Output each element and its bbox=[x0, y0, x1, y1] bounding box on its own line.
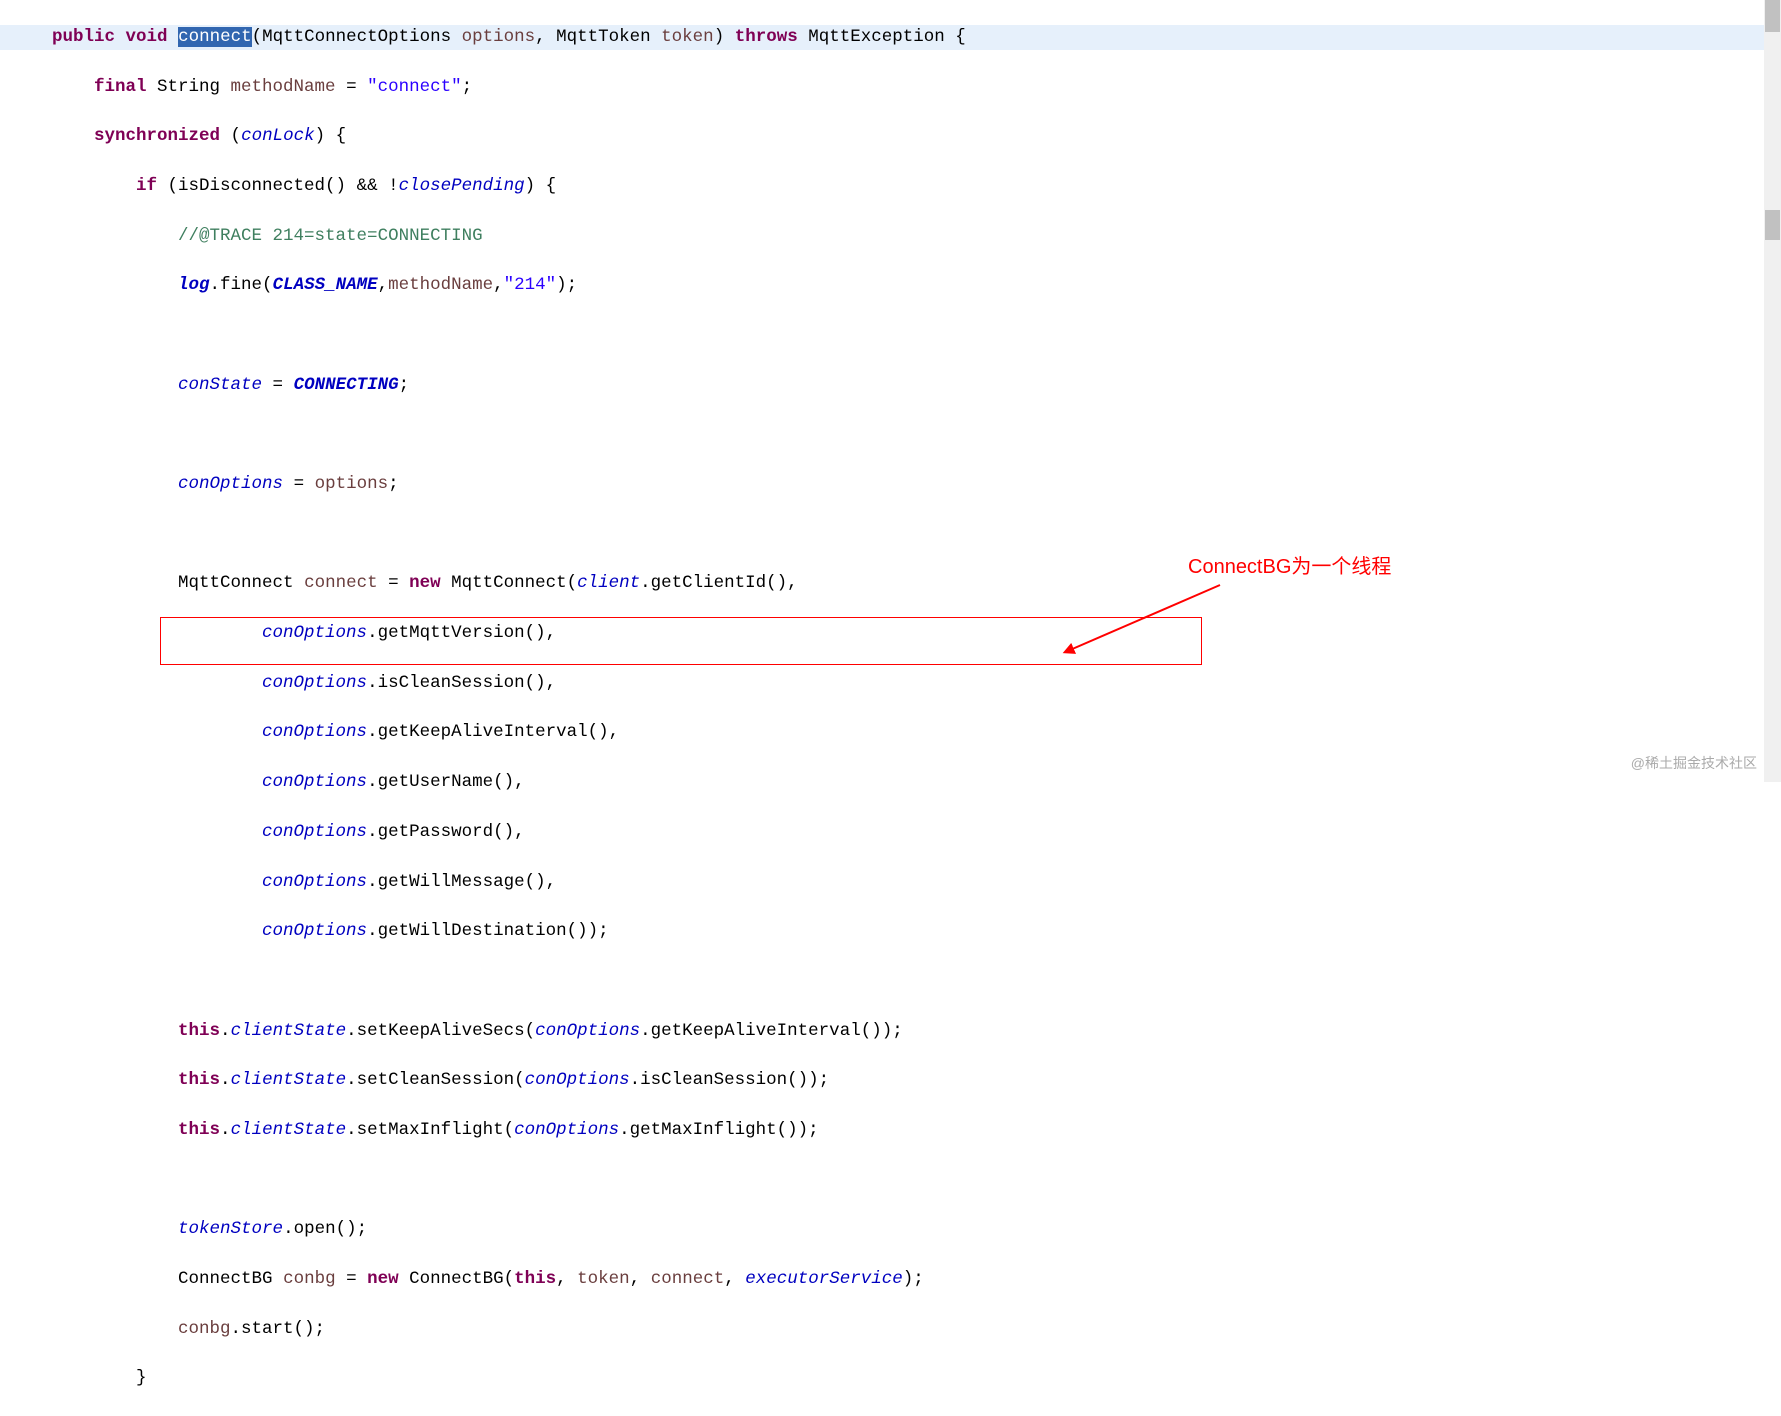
code-line: this.clientState.setKeepAliveSecs(conOpt… bbox=[0, 1019, 1781, 1044]
code-line: //@TRACE 214=state=CONNECTING bbox=[0, 224, 1781, 249]
code-line: this.clientState.setMaxInflight(conOptio… bbox=[0, 1118, 1781, 1143]
code-line: conOptions.getMqttVersion(), bbox=[0, 621, 1781, 646]
code-line: conOptions.getWillMessage(), bbox=[0, 870, 1781, 895]
code-line: this.clientState.setCleanSession(conOpti… bbox=[0, 1068, 1781, 1093]
code-line: conState = CONNECTING; bbox=[0, 373, 1781, 398]
watermark-text: @稀土掘金技术社区 bbox=[1631, 754, 1757, 774]
code-line: conOptions.getWillDestination()); bbox=[0, 919, 1781, 944]
code-line: public void connect(MqttConnectOptions o… bbox=[0, 25, 1781, 50]
code-line: tokenStore.open(); bbox=[0, 1217, 1781, 1242]
code-line: } bbox=[0, 1366, 1781, 1391]
code-line: if (isDisconnected() && !closePending) { bbox=[0, 174, 1781, 199]
code-line: final String methodName = "connect"; bbox=[0, 75, 1781, 100]
code-line: log.fine(CLASS_NAME,methodName,"214"); bbox=[0, 273, 1781, 298]
code-editor[interactable]: public void connect(MqttConnectOptions o… bbox=[0, 0, 1781, 1416]
selected-text: connect bbox=[178, 27, 252, 47]
code-line: conOptions.isCleanSession(), bbox=[0, 671, 1781, 696]
code-line: conOptions = options; bbox=[0, 472, 1781, 497]
code-line: ConnectBG conbg = new ConnectBG(this, to… bbox=[0, 1267, 1781, 1292]
code-line bbox=[0, 969, 1781, 994]
code-line bbox=[0, 323, 1781, 348]
code-line bbox=[0, 522, 1781, 547]
scrollbar-thumb[interactable] bbox=[1765, 0, 1780, 32]
code-line: MqttConnect connect = new MqttConnect(cl… bbox=[0, 571, 1781, 596]
code-line: conbg.start(); bbox=[0, 1317, 1781, 1342]
code-line: conOptions.getUserName(), bbox=[0, 770, 1781, 795]
code-line: conOptions.getPassword(), bbox=[0, 820, 1781, 845]
code-line: synchronized (conLock) { bbox=[0, 124, 1781, 149]
code-line bbox=[0, 422, 1781, 447]
code-line: conOptions.getKeepAliveInterval(), bbox=[0, 720, 1781, 745]
vertical-scrollbar[interactable] bbox=[1764, 0, 1781, 782]
scrollbar-thumb[interactable] bbox=[1765, 210, 1780, 240]
code-line bbox=[0, 1168, 1781, 1193]
